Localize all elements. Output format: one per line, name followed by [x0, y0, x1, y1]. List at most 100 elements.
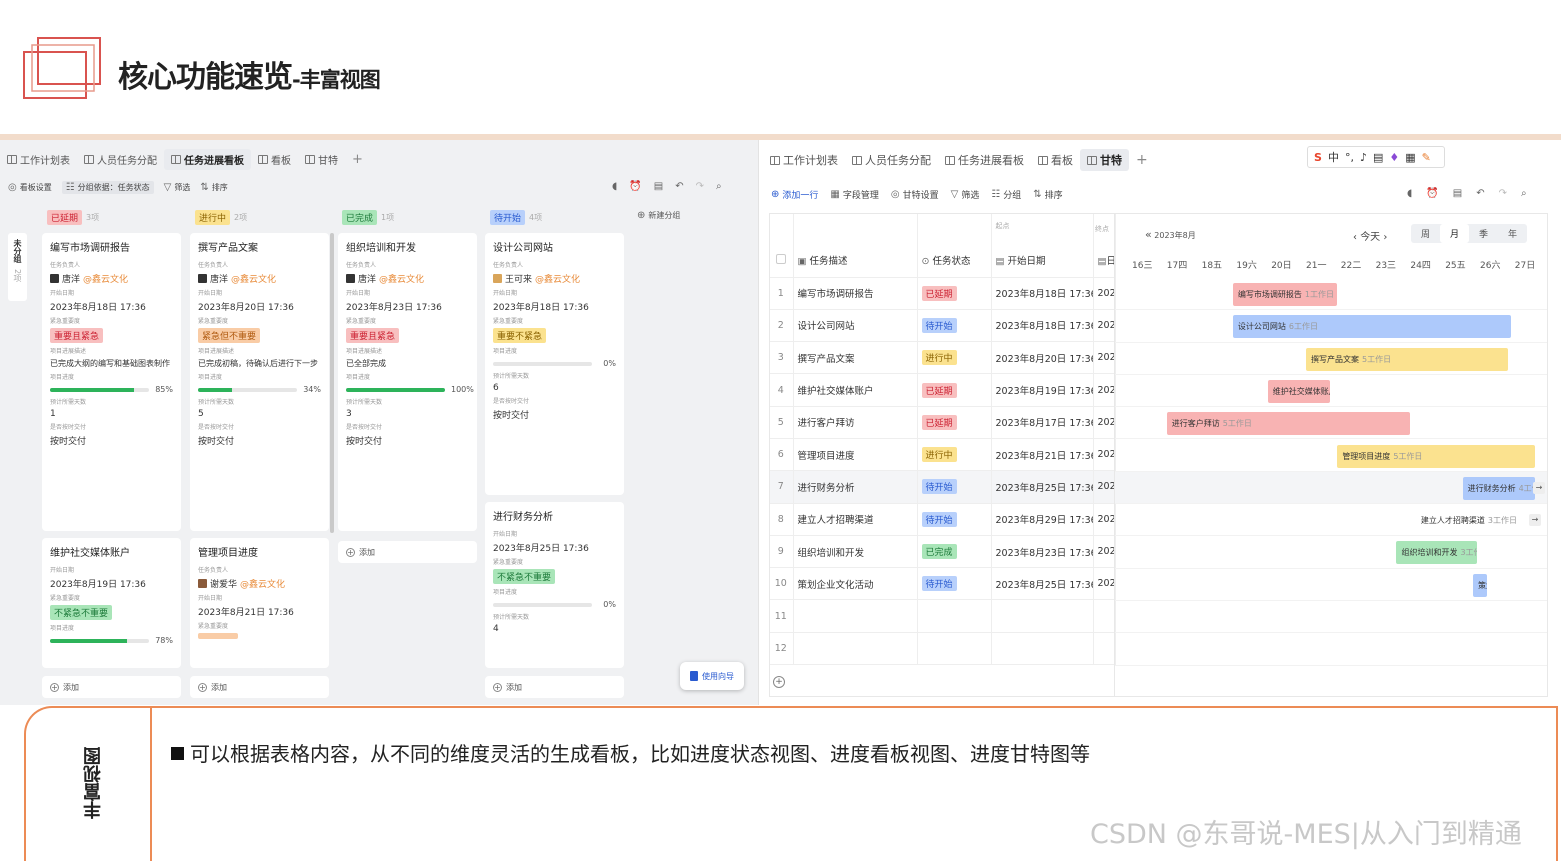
cell-end[interactable]: [1093, 599, 1116, 633]
cell-status[interactable]: 已延期: [917, 277, 992, 310]
kanban-card[interactable]: 编写市场调研报告 任务负责人 唐洋 @鑫云文化 开始日期 2023年8月18日 1…: [42, 233, 181, 531]
table-row[interactable]: 7 进行财务分析 待开始 2023年8月25日 17:36 202: [769, 470, 1116, 504]
cell-desc[interactable]: 建立人才招聘渠道: [793, 503, 918, 536]
cell-end[interactable]: [1093, 632, 1116, 666]
board-settings-button[interactable]: ◎ 看板设置: [8, 182, 52, 193]
scrollbar[interactable]: [330, 233, 334, 533]
row-number[interactable]: 10: [769, 567, 794, 601]
add-row-icon[interactable]: +: [773, 676, 785, 688]
gantt-bar-label[interactable]: 建立人才招聘渠道 3工作日: [1421, 509, 1517, 532]
cell-desc[interactable]: [793, 599, 918, 633]
scale-week[interactable]: 周: [1411, 224, 1440, 243]
row-number[interactable]: 7: [769, 470, 794, 504]
search-icon[interactable]: ⌕: [1521, 188, 1527, 199]
gantt-bar[interactable]: 管理项目进度 5工作日: [1337, 444, 1535, 468]
scale-year[interactable]: 年: [1498, 224, 1527, 243]
cell-status[interactable]: 已完成: [917, 535, 992, 569]
cell-start[interactable]: [991, 599, 1094, 633]
cell-desc[interactable]: 进行客户拜访: [793, 406, 918, 439]
row-number[interactable]: 2: [769, 309, 794, 343]
cell-desc[interactable]: 进行财务分析: [793, 470, 918, 504]
cell-status[interactable]: [917, 632, 992, 666]
cell-end[interactable]: 202: [1093, 309, 1116, 343]
unassigned-group[interactable]: 未分组 2项: [8, 233, 27, 301]
cell-status[interactable]: 进行中: [917, 341, 992, 375]
cell-start[interactable]: [991, 632, 1094, 666]
guide-button[interactable]: 使用向导: [680, 662, 744, 690]
tab-work-plan[interactable]: 工作计划表: [0, 149, 77, 170]
table-row[interactable]: 10 策划企业文化活动 待开始 2023年8月25日 17:36 202: [769, 567, 1116, 601]
gantt-bar[interactable]: 维护社交媒体账户0工作日: [1267, 379, 1331, 403]
ime-toolbar[interactable]: S 中 °, ♪ ▤ ♦ ▦ ✎: [1307, 146, 1445, 168]
new-group-button[interactable]: ⊕ 新建分组: [637, 210, 680, 221]
today-button[interactable]: ‹ 今天 ›: [1353, 228, 1387, 243]
cell-status[interactable]: 待开始: [917, 309, 992, 343]
table-row[interactable]: 6 管理项目进度 进行中 2023年8月21日 17:36 202: [769, 438, 1116, 472]
cell-status[interactable]: 待开始: [917, 470, 992, 504]
row-number[interactable]: 12: [769, 632, 794, 666]
gantt-bar[interactable]: 进行财务分析4工作日: [1462, 476, 1535, 500]
cell-end[interactable]: 202: [1093, 438, 1116, 472]
group-header-inprogress[interactable]: 进行中 2项: [195, 210, 247, 225]
cell-end[interactable]: 202: [1093, 406, 1116, 439]
speaker-icon[interactable]: ◖: [612, 181, 617, 192]
scale-month[interactable]: 月: [1440, 224, 1470, 243]
group-header-done[interactable]: 已完成 1项: [342, 210, 394, 225]
cell-status[interactable]: 已延期: [917, 406, 992, 439]
row-number[interactable]: 11: [769, 599, 794, 633]
table-row[interactable]: 8 建立人才招聘渠道 待开始 2023年8月29日 17:36 202: [769, 503, 1116, 536]
group-header-delayed[interactable]: 已延期 3项: [47, 210, 99, 225]
cell-end[interactable]: 202: [1093, 470, 1116, 504]
row-number[interactable]: 8: [769, 503, 794, 536]
table-row[interactable]: 4 维护社交媒体账户 已延期 2023年8月19日 17:36 202: [769, 373, 1116, 407]
row-number[interactable]: 6: [769, 438, 794, 472]
add-tab-button[interactable]: +: [1129, 149, 1155, 171]
cell-start[interactable]: 2023年8月17日 17:36: [991, 406, 1094, 439]
kanban-card[interactable]: 组织培训和开发 任务负责人 唐洋 @鑫云文化 开始日期 2023年8月23日 17…: [338, 233, 477, 531]
cell-desc[interactable]: 撰写产品文案: [793, 341, 918, 375]
gantt-bar[interactable]: 撰写产品文案 5工作日: [1306, 347, 1508, 371]
filter-button[interactable]: ▽ 筛选: [951, 188, 980, 201]
cell-start[interactable]: 2023年8月18日 17:36: [991, 309, 1094, 343]
kanban-card[interactable]: 进行财务分析 开始日期 2023年8月25日 17:36 紧急重要度 不紧急不重…: [485, 502, 624, 668]
undo-icon[interactable]: ↶: [675, 181, 683, 192]
tab-gantt[interactable]: 甘特: [298, 149, 345, 170]
cell-start[interactable]: 2023年8月18日 17:36: [991, 277, 1094, 310]
tab-board[interactable]: 看板: [251, 149, 298, 170]
gantt-bar[interactable]: 设计公司网站 6工作日: [1232, 315, 1512, 339]
table-row[interactable]: 9 组织培训和开发 已完成 2023年8月23日 17:36 202: [769, 535, 1116, 569]
cell-status[interactable]: 进行中: [917, 438, 992, 472]
cell-start[interactable]: 2023年8月25日 17:36: [991, 470, 1094, 504]
cell-desc[interactable]: 编写市场调研报告: [793, 277, 918, 310]
kanban-card[interactable]: 管理项目进度 任务负责人 谢爱华 @鑫云文化 开始日期 2023年8月21日 17…: [190, 538, 329, 668]
search-icon[interactable]: ⌕: [716, 181, 722, 192]
sort-button[interactable]: ⇅ 排序: [1033, 188, 1062, 201]
table-row[interactable]: 5 进行客户拜访 已延期 2023年8月17日 17:36 202: [769, 406, 1116, 439]
undo-icon[interactable]: ↶: [1476, 188, 1484, 199]
tab-board[interactable]: 看板: [1031, 149, 1080, 171]
cell-status[interactable]: [917, 599, 992, 633]
cell-status[interactable]: 已延期: [917, 373, 992, 407]
row-number[interactable]: 3: [769, 341, 794, 375]
cell-desc[interactable]: 组织培训和开发: [793, 535, 918, 569]
speaker-icon[interactable]: ◖: [1407, 188, 1412, 199]
col-end-header[interactable]: ▤日: [1093, 213, 1116, 278]
cell-end[interactable]: 202: [1093, 503, 1116, 536]
table-row[interactable]: 12: [769, 632, 1116, 666]
cell-desc[interactable]: [793, 632, 918, 666]
row-number[interactable]: 5: [769, 406, 794, 439]
add-card-button[interactable]: + 添加: [190, 676, 329, 698]
field-manage-button[interactable]: ▦ 字段管理: [830, 188, 878, 201]
add-card-button[interactable]: + 添加: [485, 676, 624, 698]
gantt-bar[interactable]: 编写市场调研报告 1工作日: [1232, 283, 1338, 306]
row-number[interactable]: 1: [769, 277, 794, 310]
doc-icon[interactable]: ▤: [1453, 188, 1462, 199]
col-status-header[interactable]: ⊙ 任务状态: [917, 213, 992, 278]
doc-icon[interactable]: ▤: [654, 181, 663, 192]
add-card-button[interactable]: + 添加: [338, 541, 477, 563]
cell-desc[interactable]: 管理项目进度: [793, 438, 918, 472]
cell-end[interactable]: 202: [1093, 341, 1116, 375]
cell-start[interactable]: 2023年8月19日 17:36: [991, 373, 1094, 407]
add-row-button[interactable]: ⊕ 添加一行: [771, 188, 818, 201]
table-row[interactable]: 11: [769, 599, 1116, 633]
